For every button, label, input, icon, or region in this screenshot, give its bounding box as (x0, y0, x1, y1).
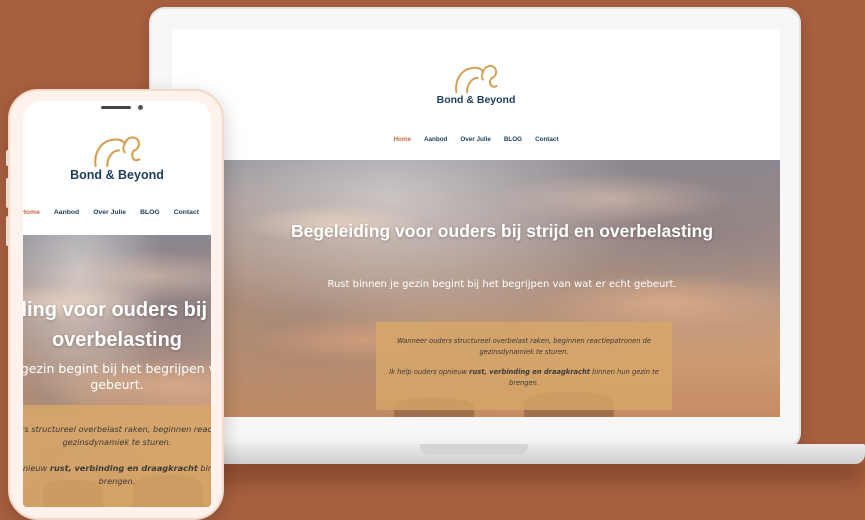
nav-item-home[interactable]: Home (393, 136, 411, 143)
phone-side-button (6, 216, 10, 246)
hero-subtitle: Rust binnen je gezin begint bij het begr… (327, 279, 677, 290)
main-nav: Home Aanbod Over Julie BLOG Contact (172, 136, 780, 143)
phone-side-button (6, 178, 10, 208)
hero-quote-box: Wanneer ouders structureel overbelast ra… (23, 405, 211, 507)
nav-item-over-julie[interactable]: Over Julie (93, 209, 126, 216)
nav-item-aanbod[interactable]: Aanbod (54, 209, 79, 216)
laptop-notch (420, 444, 528, 455)
logo-text: Bond & Beyond (70, 168, 164, 182)
quote-line-1: Wanneer ouders structureel overbelast ra… (397, 337, 651, 356)
site-logo[interactable]: Bond & Beyond (416, 60, 536, 106)
phone-speaker (101, 106, 131, 109)
nav-item-home[interactable]: Home (23, 209, 40, 216)
elephant-logo-icon (455, 64, 498, 94)
nav-item-blog[interactable]: BLOG (504, 136, 522, 143)
nav-item-contact[interactable]: Contact (535, 136, 558, 143)
laptop-screen: Bond & Beyond Home Aanbod Over Julie BLO… (172, 30, 780, 417)
nav-item-blog[interactable]: BLOG (140, 209, 160, 216)
hero-quote-box: Wanneer ouders structureel overbelast ra… (376, 322, 672, 410)
hero-section: Begeleiding voor ouders bij strijd en ov… (23, 235, 211, 507)
phone-camera-icon (138, 105, 143, 110)
hero-title: Begeleiding voor ouders bij strijd en ov… (23, 299, 211, 351)
elephant-logo-icon (94, 136, 141, 168)
logo-text: Bond & Beyond (436, 94, 516, 106)
quote-line-2: Ik help ouders opnieuw rust, verbinding … (23, 463, 211, 486)
quote-line-1: Wanneer ouders structureel overbelast ra… (23, 424, 211, 447)
phone-side-button (6, 150, 10, 166)
quote-line-2: Ik help ouders opnieuw rust, verbinding … (389, 368, 659, 387)
site-logo[interactable]: Bond & Beyond (53, 131, 181, 182)
hero-title: Begeleiding voor ouders bij strijd en ov… (290, 221, 714, 241)
hero-section: Begeleiding voor ouders bij strijd en ov… (224, 160, 780, 417)
main-nav: Home Aanbod Over Julie BLOG Contact (23, 209, 199, 216)
nav-item-aanbod[interactable]: Aanbod (424, 136, 447, 143)
nav-item-over-julie[interactable]: Over Julie (460, 136, 490, 143)
nav-item-contact[interactable]: Contact (174, 209, 199, 216)
hero-subtitle: Rust binnen je gezin begint bij het begr… (23, 361, 211, 392)
phone-screen: Bond & Beyond Home Aanbod Over Julie BLO… (23, 101, 211, 507)
